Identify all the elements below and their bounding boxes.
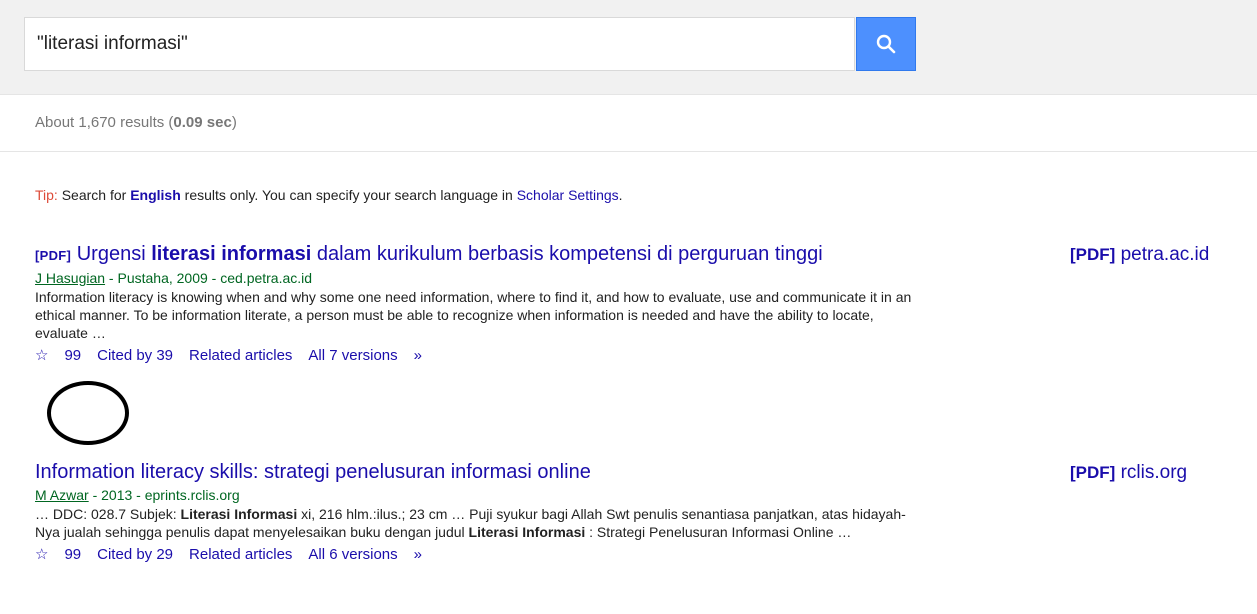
result-snippet: … DDC: 028.7 Subjek: Literasi Informasi … (35, 506, 906, 540)
more-icon[interactable]: » (414, 545, 422, 565)
tip-label: Tip: (35, 187, 58, 203)
result-snippet: Information literacy is knowing when and… (35, 289, 912, 341)
result-title-link[interactable]: Information literacy skills: strategi pe… (35, 460, 915, 485)
result-actions: ☆ 99 Cited by 29 Related articles All 6 … (35, 545, 915, 565)
search-header (0, 0, 1257, 95)
english-link[interactable]: English (130, 187, 181, 203)
author-link[interactable]: J Hasugian (35, 270, 105, 286)
cite-icon[interactable]: 99 (64, 346, 81, 366)
related-articles-link[interactable]: Related articles (189, 545, 292, 565)
all-versions-link[interactable]: All 6 versions (308, 545, 397, 565)
tip-line: Tip: Search for English results only. Yo… (35, 187, 623, 203)
pdf-tag: [PDF] (35, 248, 72, 263)
search-result: [PDF] Urgensi literasi informasi dalam k… (35, 242, 915, 366)
search-input[interactable] (35, 32, 854, 56)
result-title-link[interactable]: [PDF] Urgensi literasi informasi dalam k… (35, 242, 915, 268)
result-stats: About 1,670 results (0.09 sec) (35, 114, 237, 131)
side-pdf-link[interactable]: [PDF] rclis.org (1070, 462, 1187, 484)
search-icon (876, 34, 896, 54)
result-actions: ☆ 99 Cited by 39 Related articles All 7 … (35, 346, 915, 366)
side-pdf-link[interactable]: [PDF] petra.ac.id (1070, 244, 1209, 266)
search-button[interactable] (856, 17, 916, 71)
cited-by-link[interactable]: Cited by 39 (97, 346, 173, 366)
author-link[interactable]: M Azwar (35, 487, 89, 503)
result-meta: M Azwar - 2013 - eprints.rclis.org (35, 487, 240, 503)
search-box[interactable] (24, 17, 855, 71)
divider (0, 151, 1257, 152)
all-versions-link[interactable]: All 7 versions (308, 346, 397, 366)
search-result: Information literacy skills: strategi pe… (35, 460, 915, 565)
result-meta: J Hasugian - Pustaha, 2009 - ced.petra.a… (35, 270, 313, 286)
more-icon[interactable]: » (414, 346, 422, 366)
scholar-settings-link[interactable]: Scholar Settings (517, 187, 619, 203)
cited-by-link[interactable]: Cited by 29 (97, 545, 173, 565)
related-articles-link[interactable]: Related articles (189, 346, 292, 366)
annotation-circle (47, 381, 129, 445)
star-icon[interactable]: ☆ (35, 545, 48, 565)
star-icon[interactable]: ☆ (35, 346, 48, 366)
cite-icon[interactable]: 99 (64, 545, 81, 565)
